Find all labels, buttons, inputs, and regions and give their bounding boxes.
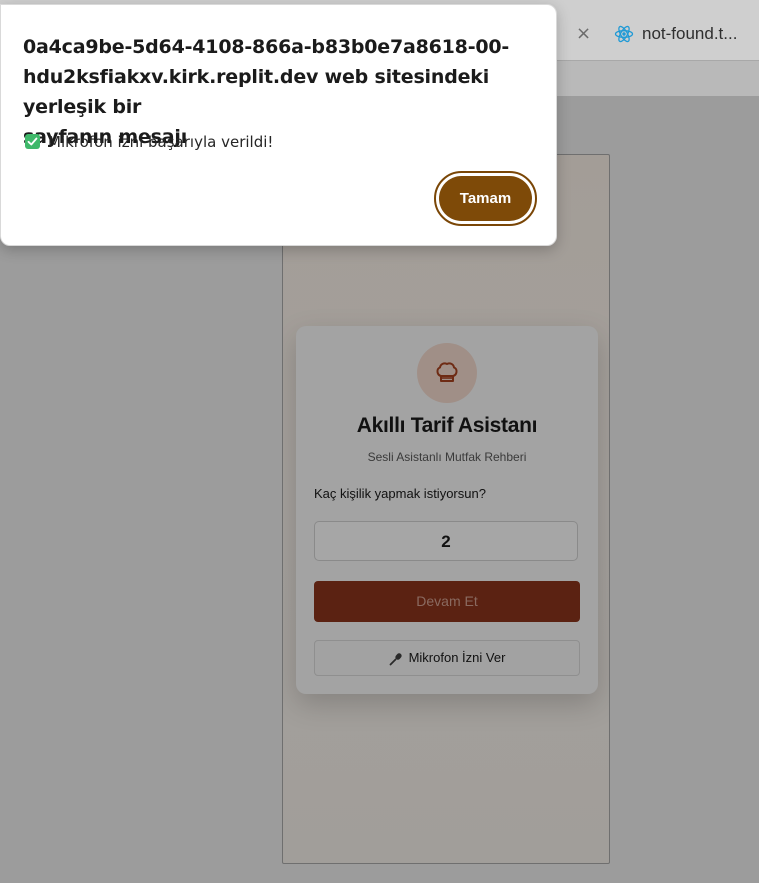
- alert-dialog: 0a4ca9be-5d64-4108-866a-b83b0e7a8618-00-…: [0, 4, 557, 246]
- dialog-title-line: 0a4ca9be-5d64-4108-866a-b83b0e7a8618-00-: [23, 36, 510, 58]
- app-title: Akıllı Tarif Asistanı: [356, 414, 538, 437]
- microphone-permission-button[interactable]: Mikrofon İzni Ver: [314, 640, 580, 676]
- device-frame: Akıllı Tarif Asistanı Sesli Asistanlı Mu…: [282, 154, 610, 864]
- tab-close-icon[interactable]: ×: [576, 24, 591, 44]
- microphone-icon: [389, 652, 402, 665]
- dialog-message: Mikrofon izni başarıyla verildi!: [25, 133, 273, 151]
- people-count-input[interactable]: 2: [314, 521, 578, 561]
- dialog-message-text: Mikrofon izni başarıyla verildi!: [48, 133, 274, 151]
- microphone-permission-label: Mikrofon İzni Ver: [408, 650, 506, 665]
- continue-button[interactable]: Devam Et: [314, 581, 580, 622]
- react-icon: [614, 25, 634, 43]
- ok-button-label: Tamam: [439, 176, 532, 221]
- chef-hat-icon: [436, 362, 458, 382]
- recipe-card: Akıllı Tarif Asistanı Sesli Asistanlı Mu…: [296, 326, 598, 694]
- dialog-title-line: hdu2ksfiakxv.kirk.replit.dev web sitesin…: [23, 66, 490, 118]
- ok-button[interactable]: Tamam: [434, 171, 537, 226]
- chef-hat-badge: [417, 343, 477, 403]
- check-mark-icon: [25, 134, 40, 149]
- tab-title[interactable]: not-found.t...: [642, 24, 737, 44]
- people-question: Kaç kişilik yapmak istiyorsun?: [314, 486, 486, 501]
- app-subtitle: Sesli Asistanlı Mutfak Rehberi: [367, 450, 527, 464]
